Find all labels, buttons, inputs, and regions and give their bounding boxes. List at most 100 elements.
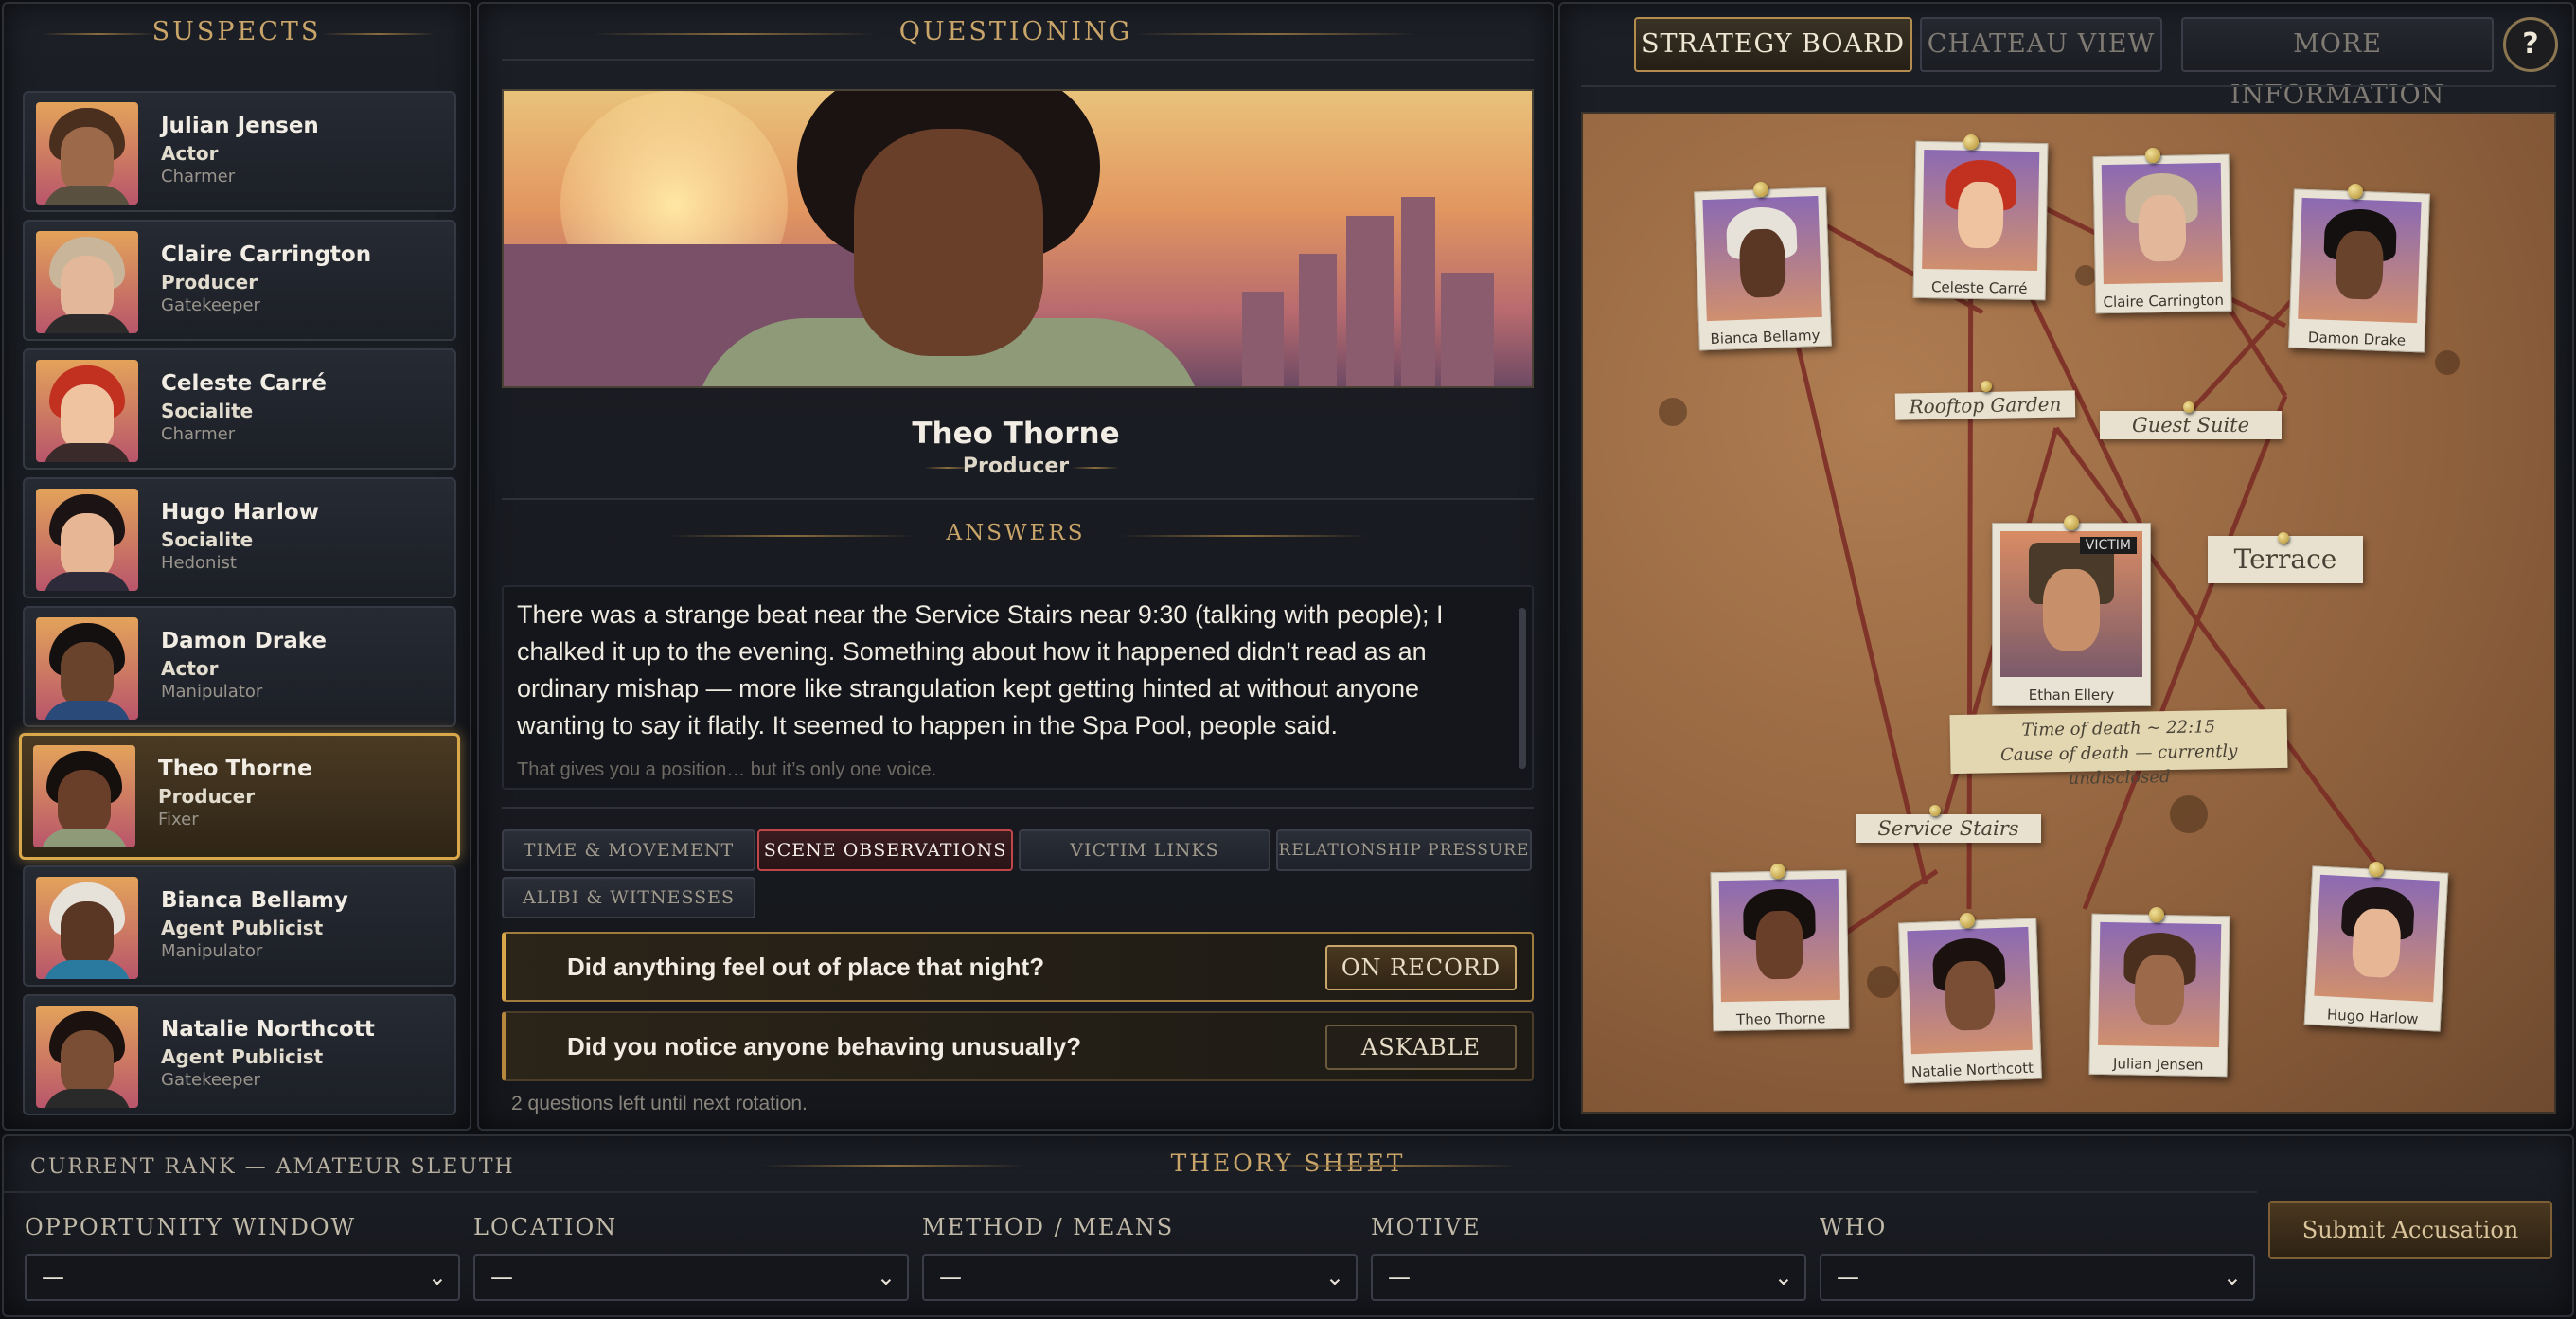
face (61, 513, 114, 579)
shoulders (44, 314, 131, 333)
chevron-down-icon: ⌄ (1773, 1264, 1793, 1291)
more-information-button[interactable]: MORE INFORMATION (2181, 17, 2494, 110)
who-select[interactable]: — ⌄ (1820, 1254, 2255, 1301)
questions-left: 2 questions left until next rotation. (511, 1093, 808, 1114)
tab-scene-observations[interactable]: SCENE OBSERVATIONS (757, 829, 1013, 871)
tab-alibi-witnesses[interactable]: ALIBI & WITNESSES (502, 877, 755, 918)
motive-select[interactable]: — ⌄ (1371, 1254, 1806, 1301)
select-value: — (939, 1264, 962, 1291)
question-status-badge: ON RECORD (1325, 945, 1517, 990)
opportunity-window-select[interactable]: — ⌄ (25, 1254, 460, 1301)
character-portrait (502, 89, 1534, 388)
suspect-role: Socialite (161, 400, 254, 422)
photo (2101, 162, 2223, 285)
question-status-badge: ASKABLE (1325, 1025, 1517, 1070)
photo (1702, 195, 1822, 322)
polaroid-label: Claire Carrington (2103, 291, 2225, 312)
question-item[interactable]: Did anything feel out of place that nigh… (502, 932, 1534, 1002)
suspect-card-celeste[interactable]: Celeste Carré Socialite Charmer (23, 348, 456, 470)
submit-accusation-button[interactable]: Submit Accusation (2268, 1201, 2552, 1259)
pin-icon (1981, 381, 1992, 392)
title-rule-right (1253, 1165, 1519, 1167)
suspect-name: Claire Carrington (161, 242, 372, 267)
polaroid-damon[interactable]: Damon Drake (2288, 188, 2430, 353)
suspects-title: SUSPECTS (151, 17, 322, 46)
suspect-role: Agent Publicist (161, 1045, 324, 1068)
suspect-role: Producer (161, 271, 258, 294)
question-item[interactable]: Did you notice anyone behaving unusually… (502, 1011, 1534, 1081)
polaroid-label: Theo Thorne (1735, 1009, 1826, 1028)
suspect-trait: Charmer (161, 424, 236, 444)
face (61, 642, 114, 708)
pin-icon (2369, 862, 2384, 877)
tab-victim-links[interactable]: VICTIM LINKS (1019, 829, 1270, 871)
suspect-name: Hugo Harlow (161, 500, 319, 525)
suspect-trait: Hedonist (161, 553, 237, 573)
chevron-down-icon: ⌄ (2222, 1264, 2242, 1291)
polaroid-claire[interactable]: Claire Carrington (2092, 153, 2232, 314)
face (61, 901, 114, 968)
shoulders (44, 572, 131, 591)
suspect-card-bianca[interactable]: Bianca Bellamy Agent Publicist Manipulat… (23, 865, 456, 987)
location-note-service-stairs[interactable]: Service Stairs (1856, 814, 2041, 843)
method-means-select[interactable]: — ⌄ (922, 1254, 1358, 1301)
shoulders (41, 829, 128, 847)
suspect-name: Natalie Northcott (161, 1017, 375, 1042)
suspect-card-natalie[interactable]: Natalie Northcott Agent Publicist Gateke… (23, 994, 456, 1115)
suspect-role: Actor (161, 142, 219, 165)
cause-of-death: Cause of death — currently undisclosed (1999, 740, 2238, 789)
title-rule-right (322, 33, 435, 35)
suspect-card-theo[interactable]: Theo Thorne Producer Fixer (19, 733, 460, 860)
face (1738, 228, 1787, 298)
divider (1581, 85, 2556, 87)
polaroid-julian[interactable]: Julian Jensen (2088, 913, 2230, 1078)
suspects-panel: SUSPECTS Julian Jensen Actor Charmer Cla… (2, 2, 471, 1131)
photo (1718, 878, 1840, 1003)
help-button[interactable]: ? (2503, 17, 2558, 72)
polaroid-ethan-victim[interactable]: VICTIM Ethan Ellery (1992, 523, 2151, 706)
answer-scrollbar[interactable] (1519, 608, 1526, 769)
location-select[interactable]: — ⌄ (473, 1254, 909, 1301)
photo (2298, 197, 2422, 324)
shoulders (44, 701, 131, 720)
face (2134, 954, 2185, 1025)
suspect-card-julian[interactable]: Julian Jensen Actor Charmer (23, 91, 456, 212)
board-panel: STRATEGY BOARD CHATEAU VIEW MORE INFORMA… (1558, 2, 2574, 1131)
building (1441, 273, 1494, 386)
title-rule-right (1132, 33, 1416, 35)
chevron-down-icon: ⌄ (1324, 1264, 1344, 1291)
who-label: WHO (1820, 1214, 1888, 1240)
suspect-card-claire[interactable]: Claire Carrington Producer Gatekeeper (23, 220, 456, 341)
avatar (36, 360, 138, 462)
select-value: — (490, 1264, 513, 1291)
chevron-down-icon: ⌄ (427, 1264, 447, 1291)
character-name: Theo Thorne (912, 417, 1120, 451)
chateau-view-button[interactable]: CHATEAU VIEW (1920, 17, 2162, 72)
polaroid-bianca[interactable]: Bianca Bellamy (1694, 187, 1832, 351)
suspect-name: Celeste Carré (161, 371, 327, 396)
select-value: — (1388, 1264, 1411, 1291)
face (2351, 908, 2403, 979)
tab-time-movement[interactable]: TIME & MOVEMENT (502, 829, 755, 871)
polaroid-natalie[interactable]: Natalie Northcott (1898, 918, 2042, 1084)
shoulders (44, 186, 131, 205)
location-note-guest-suite[interactable]: Guest Suite (2100, 411, 2282, 439)
suspect-card-hugo[interactable]: Hugo Harlow Socialite Hedonist (23, 477, 456, 598)
strategy-board-button[interactable]: STRATEGY BOARD (1634, 17, 1912, 72)
chevron-down-icon: ⌄ (876, 1264, 896, 1291)
answer-text: There was a strange beat near the Servic… (517, 600, 1444, 740)
suspect-trait: Manipulator (161, 941, 263, 961)
polaroid-theo[interactable]: Theo Thorne (1710, 869, 1850, 1032)
face (2334, 230, 2385, 300)
polaroid-hugo[interactable]: Hugo Harlow (2303, 865, 2449, 1032)
pin-icon (1929, 805, 1941, 816)
pin-icon (2145, 148, 2160, 163)
polaroid-celeste[interactable]: Celeste Carré (1912, 140, 2049, 301)
avatar (36, 102, 138, 205)
suspect-card-damon[interactable]: Damon Drake Actor Manipulator (23, 606, 456, 727)
pin-icon (2183, 401, 2194, 413)
divider (4, 1191, 2257, 1193)
location-note-rooftop-garden[interactable]: Rooftop Garden (1894, 390, 2076, 420)
tab-relationship-pressure[interactable]: RELATIONSHIP PRESSURE (1276, 829, 1532, 871)
suspect-trait: Gatekeeper (161, 295, 260, 315)
